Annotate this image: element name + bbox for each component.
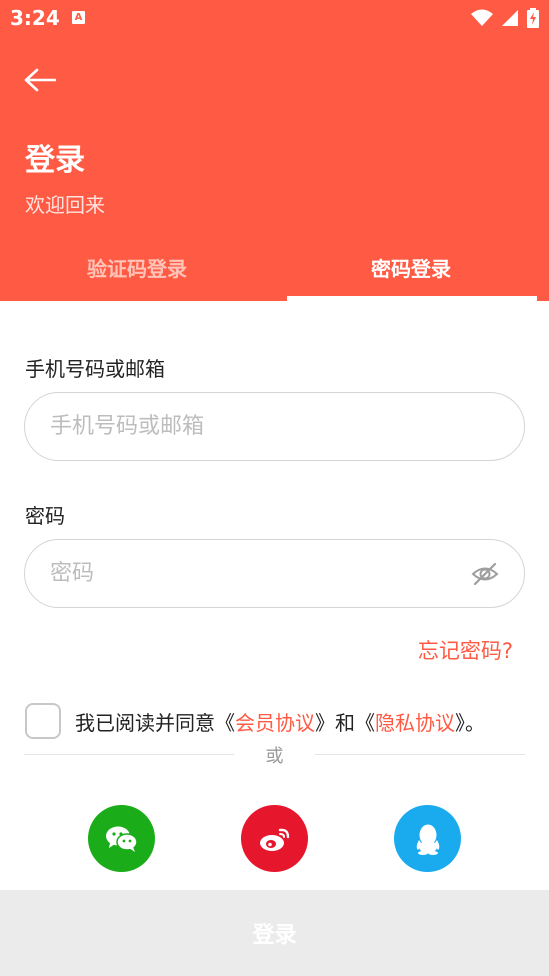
page-title: 登录 bbox=[25, 143, 85, 178]
qq-penguin-icon bbox=[416, 824, 439, 855]
toggle-password-visibility-button[interactable] bbox=[469, 558, 501, 590]
wechat-icon bbox=[105, 826, 138, 852]
account-label: 手机号码或邮箱 bbox=[25, 357, 165, 381]
privacy-agreement-link[interactable]: 隐私协议 bbox=[375, 711, 455, 735]
login-button[interactable]: 登录 bbox=[0, 890, 549, 976]
member-agreement-link[interactable]: 会员协议 bbox=[235, 711, 315, 735]
agreement-middle: 》和《 bbox=[315, 710, 375, 735]
battery-charging-icon bbox=[527, 8, 539, 28]
page-subtitle: 欢迎回来 bbox=[25, 193, 105, 217]
agreement-prefix: 我已阅读并同意《 bbox=[75, 710, 235, 735]
notification-a-icon: A bbox=[72, 11, 85, 24]
tab-password-login[interactable]: 密码登录 bbox=[274, 233, 548, 301]
status-time: 3:24 bbox=[10, 6, 60, 30]
account-input[interactable] bbox=[24, 392, 525, 461]
status-bar: 3:24 A bbox=[0, 0, 549, 36]
status-icons bbox=[471, 8, 539, 28]
arrow-left-icon bbox=[24, 68, 56, 92]
agreement-checkbox[interactable] bbox=[25, 703, 61, 739]
login-screen: 3:24 A 登录 欢迎回来 验证码登录 密码登录 手机号码或邮箱 密码 bbox=[0, 0, 549, 976]
header: 3:24 A 登录 欢迎回来 验证码登录 密码登录 bbox=[0, 0, 549, 301]
qq-login-button[interactable] bbox=[394, 805, 461, 872]
back-button[interactable] bbox=[22, 63, 58, 97]
agreement-text: 我已阅读并同意《会员协议》和《隐私协议》。 bbox=[75, 707, 485, 736]
wifi-icon bbox=[471, 9, 493, 26]
signal-icon bbox=[502, 10, 518, 26]
or-text: 或 bbox=[265, 746, 284, 767]
weibo-icon bbox=[259, 828, 289, 851]
agreement-suffix: 》。 bbox=[455, 710, 485, 735]
weibo-login-button[interactable] bbox=[241, 805, 308, 872]
eye-off-icon bbox=[471, 562, 499, 586]
password-input[interactable] bbox=[24, 539, 525, 608]
password-label: 密码 bbox=[25, 504, 65, 528]
login-tabs: 验证码登录 密码登录 bbox=[0, 233, 549, 301]
forgot-password-link[interactable]: 忘记密码? bbox=[418, 635, 513, 665]
divider-line-right bbox=[315, 754, 525, 755]
agreement-row: 我已阅读并同意《会员协议》和《隐私协议》。 bbox=[25, 703, 485, 739]
tab-indicator bbox=[287, 296, 537, 301]
or-divider: 或 bbox=[24, 740, 525, 768]
wechat-login-button[interactable] bbox=[88, 805, 155, 872]
tab-sms-code-login[interactable]: 验证码登录 bbox=[0, 233, 274, 301]
